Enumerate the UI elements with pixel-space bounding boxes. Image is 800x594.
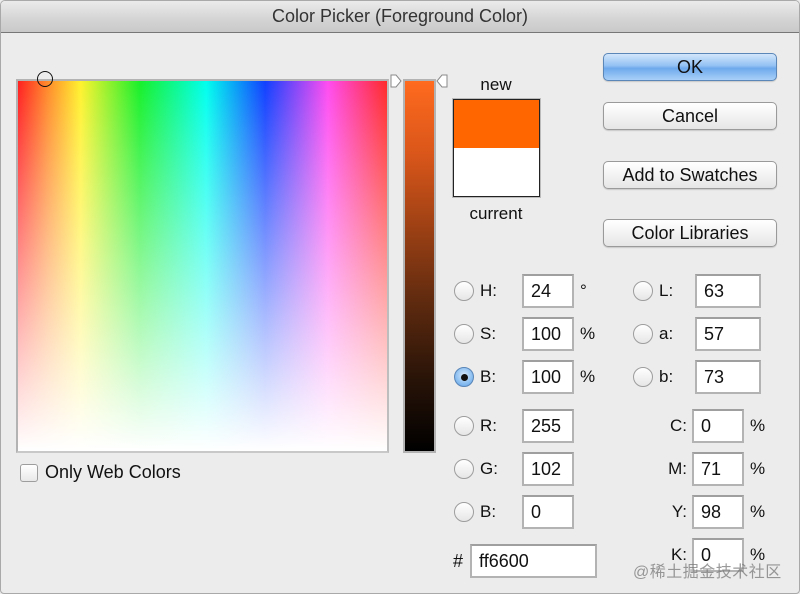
magenta-label: M:	[668, 459, 687, 478]
lab-b-row: b: 73	[633, 360, 761, 394]
magenta-unit: %	[750, 459, 766, 478]
saturation-label: S:	[480, 324, 497, 343]
ok-button[interactable]: OK	[603, 53, 777, 81]
hex-input[interactable]: ff6600	[470, 544, 598, 578]
yellow-input[interactable]: 98	[692, 495, 744, 529]
current-label: current	[469, 204, 523, 223]
current-color-swatch[interactable]	[454, 148, 539, 196]
slider-arrow-left-icon[interactable]	[390, 74, 402, 88]
title-bar: Color Picker (Foreground Color)	[1, 1, 799, 33]
brightness-input[interactable]: 100	[522, 360, 574, 394]
brightness-slider[interactable]	[403, 79, 436, 453]
green-label: G:	[480, 459, 498, 478]
new-color-swatch	[454, 100, 539, 148]
blue-radio[interactable]	[454, 502, 474, 522]
hue-input[interactable]: 24	[522, 274, 574, 308]
saturation-row: S: 100 %	[454, 317, 595, 351]
brightness-slider-gradient[interactable]	[405, 81, 434, 451]
only-web-colors-checkbox[interactable]	[20, 463, 38, 482]
yellow-row: Y: 98 %	[657, 495, 765, 529]
color-field-gradient[interactable]	[18, 81, 387, 451]
lab-l-row: L: 63	[633, 274, 761, 308]
lab-b-input[interactable]: 73	[695, 360, 761, 394]
hue-row: H: 24 °	[454, 274, 587, 308]
lab-l-label: L:	[659, 281, 674, 300]
lab-l-input[interactable]: 63	[695, 274, 761, 308]
brightness-label: B:	[480, 367, 497, 386]
color-libraries-button[interactable]: Color Libraries	[603, 219, 777, 247]
yellow-label: Y:	[671, 502, 687, 521]
hex-row: # ff6600	[453, 544, 598, 578]
blue-label: B:	[480, 502, 497, 521]
brightness-unit: %	[580, 367, 596, 386]
green-radio[interactable]	[454, 459, 474, 479]
hue-radio[interactable]	[454, 281, 474, 301]
yellow-unit: %	[750, 502, 766, 521]
color-swatch	[453, 99, 540, 197]
cyan-row: C: 0 %	[657, 409, 765, 443]
cyan-input[interactable]: 0	[692, 409, 744, 443]
color-field[interactable]	[16, 71, 389, 453]
hue-label: H:	[480, 281, 497, 300]
add-to-swatches-button[interactable]: Add to Swatches	[603, 161, 777, 189]
red-label: R:	[480, 416, 497, 435]
watermark: @稀土掘金技术社区	[633, 564, 782, 581]
cyan-label: C:	[670, 416, 687, 435]
red-input[interactable]: 255	[522, 409, 574, 443]
red-row: R: 255	[454, 409, 574, 443]
only-web-colors-label: Only Web Colors	[45, 462, 181, 482]
cyan-unit: %	[750, 416, 766, 435]
brightness-row: B: 100 %	[454, 360, 595, 394]
only-web-colors-toggle[interactable]: Only Web Colors	[20, 462, 181, 483]
saturation-unit: %	[580, 324, 596, 343]
green-input[interactable]: 102	[522, 452, 574, 486]
green-row: G: 102	[454, 452, 574, 486]
color-picker-dialog: Color Picker (Foreground Color) new curr…	[0, 0, 800, 594]
cancel-button[interactable]: Cancel	[603, 102, 777, 130]
saturation-radio[interactable]	[454, 324, 474, 344]
lab-a-radio[interactable]	[633, 324, 653, 344]
magenta-row: M: 71 %	[657, 452, 765, 486]
new-label: new	[480, 75, 512, 94]
blue-row: B: 0	[454, 495, 574, 529]
lab-a-row: a: 57	[633, 317, 761, 351]
hex-prefix: #	[453, 550, 464, 571]
magenta-input[interactable]: 71	[692, 452, 744, 486]
lab-a-label: a:	[659, 324, 674, 343]
red-radio[interactable]	[454, 416, 474, 436]
brightness-radio[interactable]	[454, 367, 474, 387]
saturation-input[interactable]: 100	[522, 317, 574, 351]
color-field-cursor[interactable]	[37, 71, 53, 87]
lab-b-radio[interactable]	[633, 367, 653, 387]
blue-input[interactable]: 0	[522, 495, 574, 529]
hue-unit: °	[580, 281, 587, 300]
slider-arrow-right-icon[interactable]	[436, 74, 448, 88]
lab-b-label: b:	[659, 367, 674, 386]
window-title: Color Picker (Foreground Color)	[271, 6, 529, 26]
lab-l-radio[interactable]	[633, 281, 653, 301]
lab-a-input[interactable]: 57	[695, 317, 761, 351]
